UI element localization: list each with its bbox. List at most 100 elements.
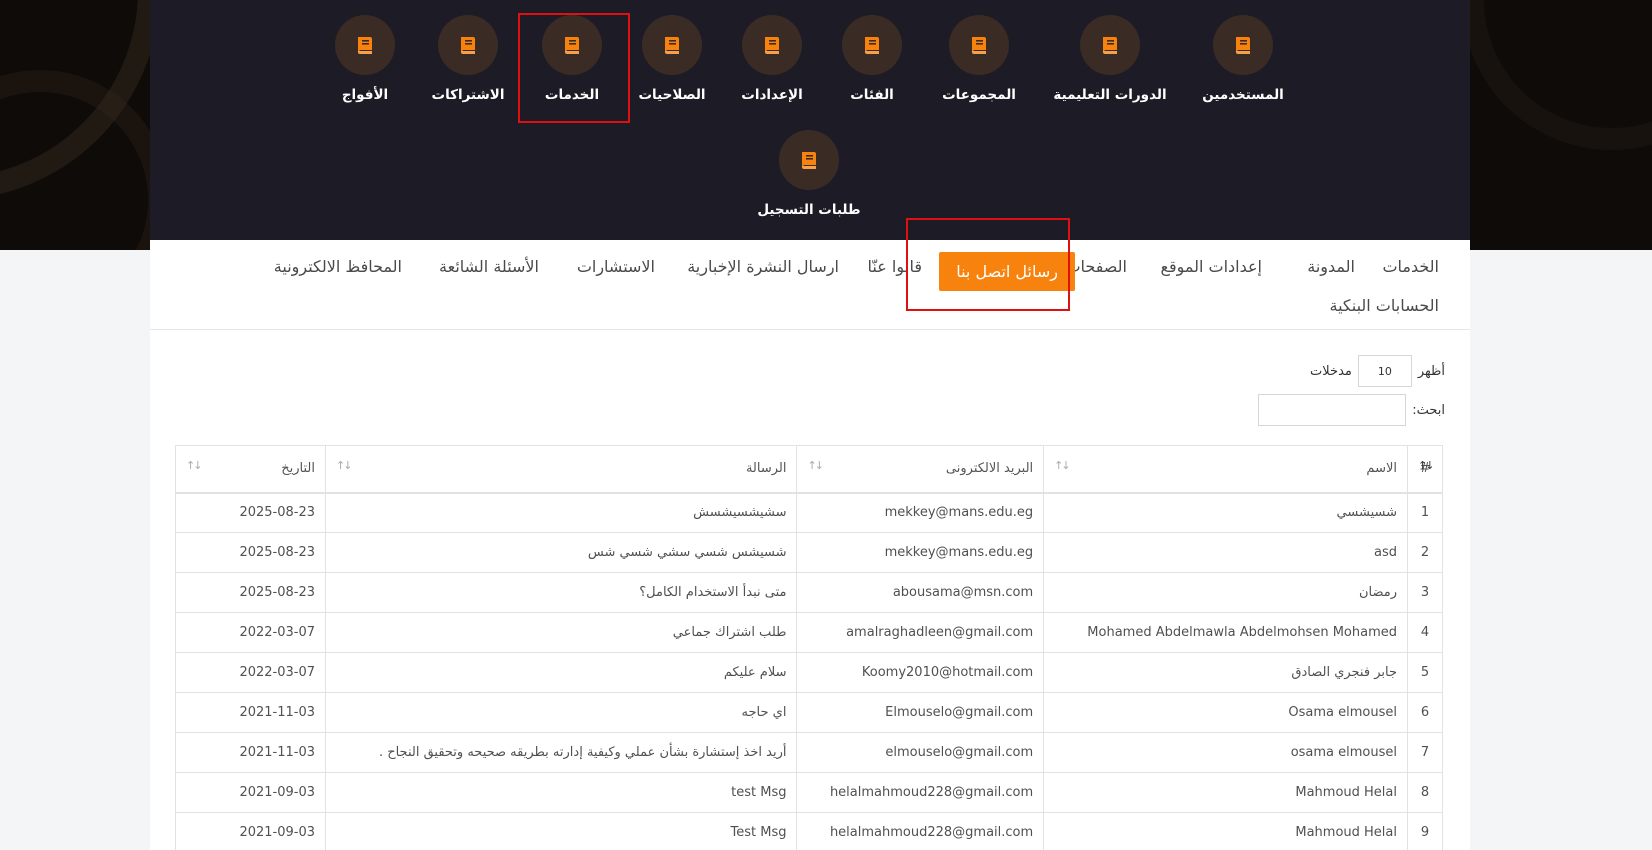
cell-date: 2022-03-07 [175,652,326,693]
cell-email: mekkey@mans.edu.eg [796,492,1045,533]
menu-item-label: المستخدمين [1202,87,1284,103]
cell-index: 6 [1407,692,1443,733]
column-header-email[interactable]: البريد الالكترونى ↓↑ [796,445,1045,494]
admin-icon-menu: المستخدمين الدورات التعليمية المجموعات ا… [150,0,1470,240]
menu-item-cohorts[interactable]: الأفواج [290,0,440,103]
cell-message: test Msg [324,772,798,813]
sort-icon: ↓↑ [1054,459,1071,472]
table-row: 4 Mohamed Abdelmawla Abdelmohsen Mohamed a… [175,612,1443,653]
cell-email: abousama@msn.com [796,572,1045,613]
menu-item-label: طلبات التسجيل [757,202,861,218]
cell-name: Mahmoud Helal [1043,772,1408,813]
cell-name: Mohamed Abdelmawla Abdelmohsen Mohamed [1043,612,1408,653]
sort-icon: ↓↑ [336,459,353,472]
cell-name: شسيشسي [1043,492,1408,533]
cell-date: 2021-09-03 [175,812,326,850]
book-icon [949,15,1009,75]
cell-message: Test Msg [324,812,798,850]
column-header-message[interactable]: الرسالة ↓↑ [324,445,798,494]
page-length-value: 10 [1377,364,1392,378]
table-row: 6 Osama elmousel Elmouselo@gmail.com اي حاج… [175,692,1443,733]
menu-item-label: الدورات التعليمية [1053,87,1167,103]
page-length-select[interactable]: 10 [1357,355,1412,387]
cell-message: متى نبدأ الاستخدام الكامل؟ [324,572,798,613]
table-controls: أظهر 10 مدخلات ابحث: [1045,355,1445,435]
menu-item-courses[interactable]: الدورات التعليمية [1035,0,1185,103]
book-icon [1213,15,1273,75]
cell-email: mekkey@mans.edu.eg [796,532,1045,573]
table-row: 2 asd mekkey@mans.edu.eg شسيشس شسي سشي شسي … [175,532,1443,573]
decorative-arc [0,70,170,250]
search-control: ابحث: [1045,394,1445,426]
column-header-date[interactable]: التاريخ ↓↑ [175,445,326,494]
main-content: الخدمات المدونة إعدادات الموقع الصفحات ر… [150,240,1470,850]
table-row: 8 Mahmoud Helal helalmahmoud228@gmail.com t… [175,772,1443,813]
table-header-row: # ↓↑ الاسم ↓↑ البريد الالكترونى ↓↑ الرسالة ↓… [175,445,1443,494]
cell-index: 2 [1407,532,1443,573]
cell-name: Osama elmousel [1043,692,1408,733]
tab-site-settings[interactable]: إعدادات الموقع [1160,257,1262,276]
tab-newsletter[interactable]: ارسال النشرة الإخبارية [687,257,839,276]
highlight-box-services [518,13,630,123]
cell-date: 2022-03-07 [175,612,326,653]
cell-index: 5 [1407,652,1443,693]
cell-message: سلام عليكم [324,652,798,693]
cell-name: Mahmoud Helal [1043,812,1408,850]
column-header-name[interactable]: الاسم ↓↑ [1043,445,1408,494]
sort-desc-icon: ↓↑ [1418,459,1435,472]
cell-email: helalmahmoud228@gmail.com [796,772,1045,813]
cell-name: رمضان [1043,572,1408,613]
book-icon [438,15,498,75]
tab-bank-accounts[interactable]: الحسابات البنكية [1330,296,1440,315]
cell-message: أريد اخذ إستشارة بشأن عملي وكيفية إدارته… [324,732,798,773]
cell-name: asd [1043,532,1408,573]
tab-faq[interactable]: الأسئلة الشائعة [439,257,539,276]
book-icon [1080,15,1140,75]
table-row: 3 رمضان abousama@msn.com متى نبدأ الاستخدام… [175,572,1443,613]
cell-name: جابر فنجري الصادق [1043,652,1408,693]
cell-email: amalraghadleen@gmail.com [796,612,1045,653]
cell-index: 3 [1407,572,1443,613]
decorative-arc [1462,0,1652,150]
settings-tabs: الخدمات المدونة إعدادات الموقع الصفحات ر… [150,240,1470,330]
tab-consultations[interactable]: الاستشارات [577,257,655,276]
table-row: 7 osama elmousel elmouselo@gmail.com أريد ا… [175,732,1443,773]
search-input[interactable] [1258,394,1407,426]
cell-date: 2025-08-23 [175,572,326,613]
cell-message: طلب اشتراك جماعي [324,612,798,653]
cell-message: سشيشسيشسش [324,492,798,533]
cell-email: Elmouselo@gmail.com [796,692,1045,733]
cell-message: شسيشس شسي سشي شسي شس [324,532,798,573]
column-header-index[interactable]: # ↓↑ [1407,445,1443,494]
cell-index: 1 [1407,492,1443,533]
cell-message: اي حاجه [324,692,798,733]
table-row: 1 شسيشسي mekkey@mans.edu.eg سشيشسيشسش 2025-0… [175,492,1443,533]
cell-index: 4 [1407,612,1443,653]
cell-email: elmouselo@gmail.com [796,732,1045,773]
table-row: 5 جابر فنجري الصادق Koomy2010@hotmail.com س… [175,652,1443,693]
sort-icon: ↓↑ [186,459,203,472]
cell-index: 7 [1407,732,1443,773]
show-label: أظهر [1417,363,1445,379]
tab-services[interactable]: الخدمات [1382,257,1439,276]
tab-blog[interactable]: المدونة [1307,257,1355,276]
cell-index: 9 [1407,812,1443,850]
tab-e-wallets[interactable]: المحافظ الالكترونية [274,257,402,276]
column-label: البريد الالكترونى [945,461,1034,477]
cell-email: helalmahmoud228@gmail.com [796,812,1045,850]
cell-date: 2021-11-03 [175,732,326,773]
menu-item-users[interactable]: المستخدمين [1168,0,1318,103]
column-label: التاريخ [281,461,315,477]
menu-item-registration-requests[interactable]: طلبات التسجيل [734,0,884,218]
cell-index: 8 [1407,772,1443,813]
search-label: ابحث: [1412,402,1445,418]
cell-date: 2021-09-03 [175,772,326,813]
cell-email: Koomy2010@hotmail.com [796,652,1045,693]
table-row: 9 Mahmoud Helal helalmahmoud228@gmail.com T… [175,812,1443,850]
cell-date: 2025-08-23 [175,492,326,533]
cell-name: osama elmousel [1043,732,1408,773]
book-icon [335,15,395,75]
column-label: الاسم [1366,461,1397,477]
column-label: الرسالة [745,461,787,477]
cell-date: 2025-08-23 [175,532,326,573]
